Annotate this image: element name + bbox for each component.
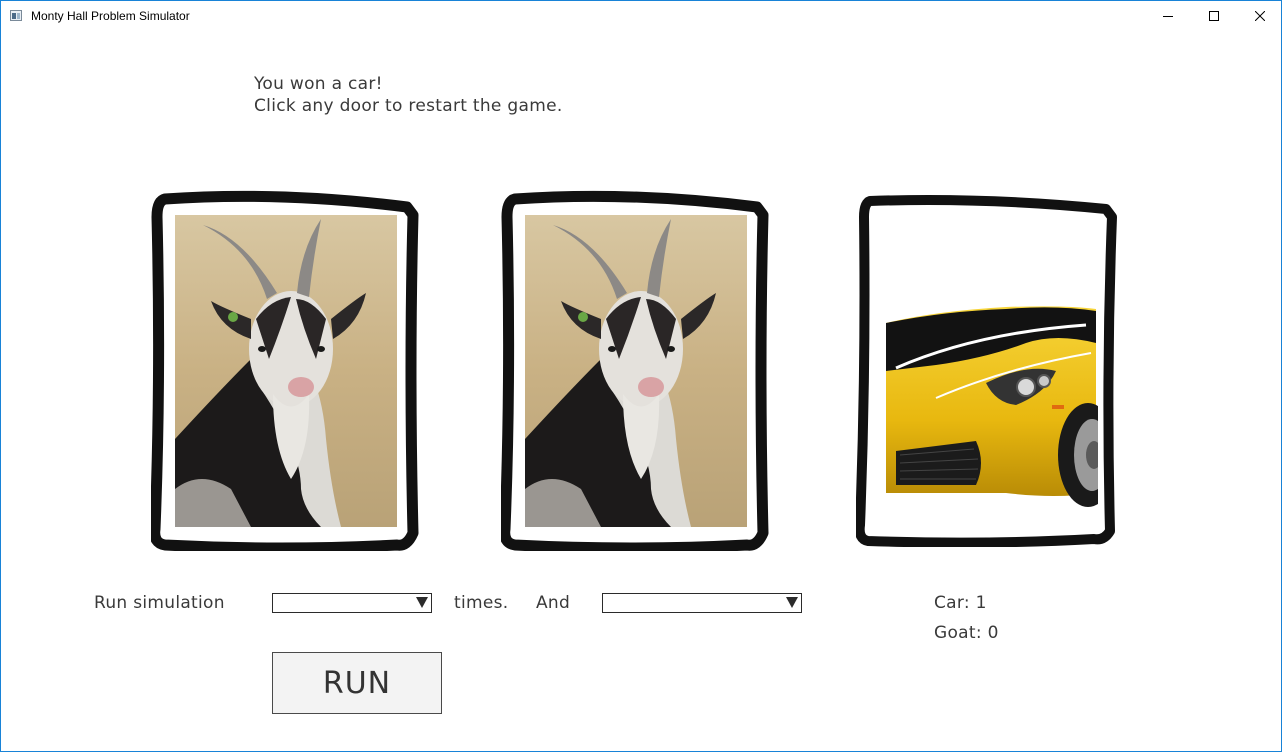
goat-count: Goat: 0 — [934, 623, 999, 643]
maximize-icon — [1209, 11, 1219, 21]
app-window: Monty Hall Problem Simulator You won a c… — [0, 0, 1282, 752]
times-label: times. — [454, 593, 509, 613]
door-2[interactable] — [501, 189, 771, 551]
door-1[interactable] — [151, 189, 421, 551]
close-icon — [1255, 11, 1265, 21]
status-line-instruction: Click any door to restart the game. — [254, 96, 563, 116]
dropdown-arrow-icon — [786, 597, 798, 608]
title-bar[interactable]: Monty Hall Problem Simulator — [1, 1, 1281, 31]
goat-image — [525, 215, 747, 527]
minimize-icon — [1163, 16, 1173, 17]
close-button[interactable] — [1237, 1, 1281, 31]
run-simulation-label: Run simulation — [94, 593, 225, 613]
car-count: Car: 1 — [934, 593, 987, 613]
minimize-button[interactable] — [1145, 1, 1191, 31]
yellow-sports-car-image — [886, 306, 1118, 507]
door-3[interactable] — [856, 193, 1118, 547]
goat-image — [175, 215, 397, 527]
dropdown-arrow-icon — [416, 597, 428, 608]
times-select[interactable] — [272, 593, 432, 613]
window-title: Monty Hall Problem Simulator — [31, 9, 190, 23]
status-line-result: You won a car! — [254, 74, 383, 94]
status-message: You won a car! Click any door to restart… — [254, 73, 563, 117]
and-label: And — [536, 593, 571, 613]
app-window-icon — [10, 10, 22, 21]
run-button[interactable]: RUN — [272, 652, 442, 714]
strategy-select[interactable] — [602, 593, 802, 613]
maximize-button[interactable] — [1191, 1, 1237, 31]
